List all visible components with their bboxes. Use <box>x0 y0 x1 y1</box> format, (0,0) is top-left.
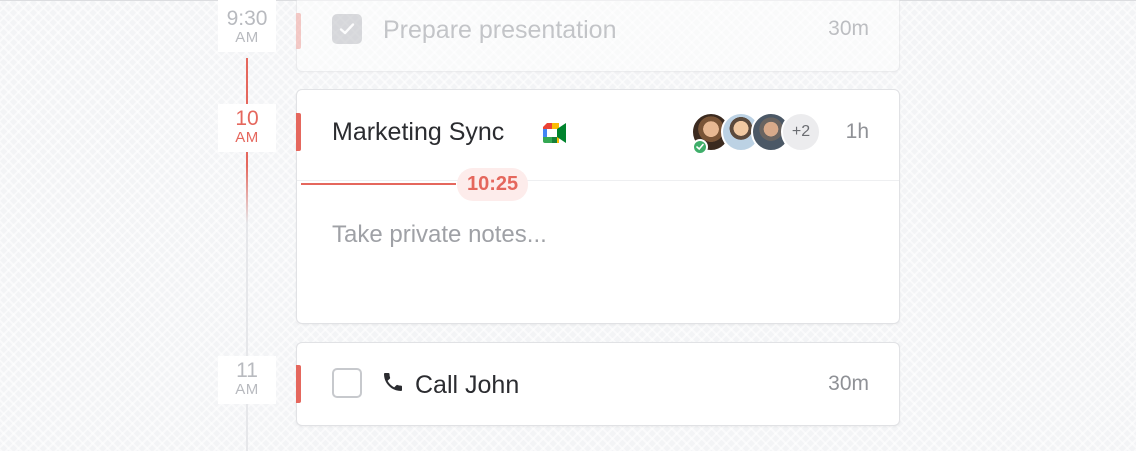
task-checkbox-checked[interactable] <box>332 14 362 44</box>
phone-icon <box>381 370 405 401</box>
time-label-11: 11 AM <box>218 356 276 404</box>
time-hour: 11 <box>236 359 258 382</box>
current-time-line <box>301 183 456 185</box>
time-ampm: AM <box>235 381 259 398</box>
notes-input[interactable]: Take private notes... <box>332 221 547 249</box>
accepted-check-icon <box>692 139 708 155</box>
event-accent-bar <box>296 13 301 49</box>
time-label-930: 9:30 AM <box>218 0 276 52</box>
time-ampm: AM <box>235 29 259 46</box>
google-meet-icon[interactable] <box>543 123 567 143</box>
time-ampm: AM <box>235 129 259 146</box>
time-hour: 10 <box>235 107 259 130</box>
task-checkbox[interactable] <box>332 368 362 398</box>
event-title: Marketing Sync <box>332 118 505 146</box>
checkmark-icon <box>339 23 355 35</box>
event-title: Prepare presentation <box>383 16 617 44</box>
event-duration: 30m <box>828 17 869 40</box>
event-duration: 30m <box>828 372 869 395</box>
event-card-prepare-presentation[interactable]: Prepare presentation 30m <box>296 0 900 72</box>
more-attendees-count[interactable]: +2 <box>781 112 821 152</box>
event-title: Call John <box>415 371 520 399</box>
divider <box>297 180 899 181</box>
time-label-10: 10 AM <box>218 104 276 152</box>
event-accent-bar <box>296 113 301 151</box>
event-card-marketing-sync[interactable]: Marketing Sync +2 1h 10:25 Take private … <box>296 89 900 324</box>
event-card-call-john[interactable]: Call John 30m <box>296 342 900 426</box>
time-hour: 9:30 <box>226 7 268 30</box>
current-time-badge: 10:25 <box>457 168 529 201</box>
event-duration: 1h <box>845 120 869 143</box>
event-accent-bar <box>296 365 301 403</box>
